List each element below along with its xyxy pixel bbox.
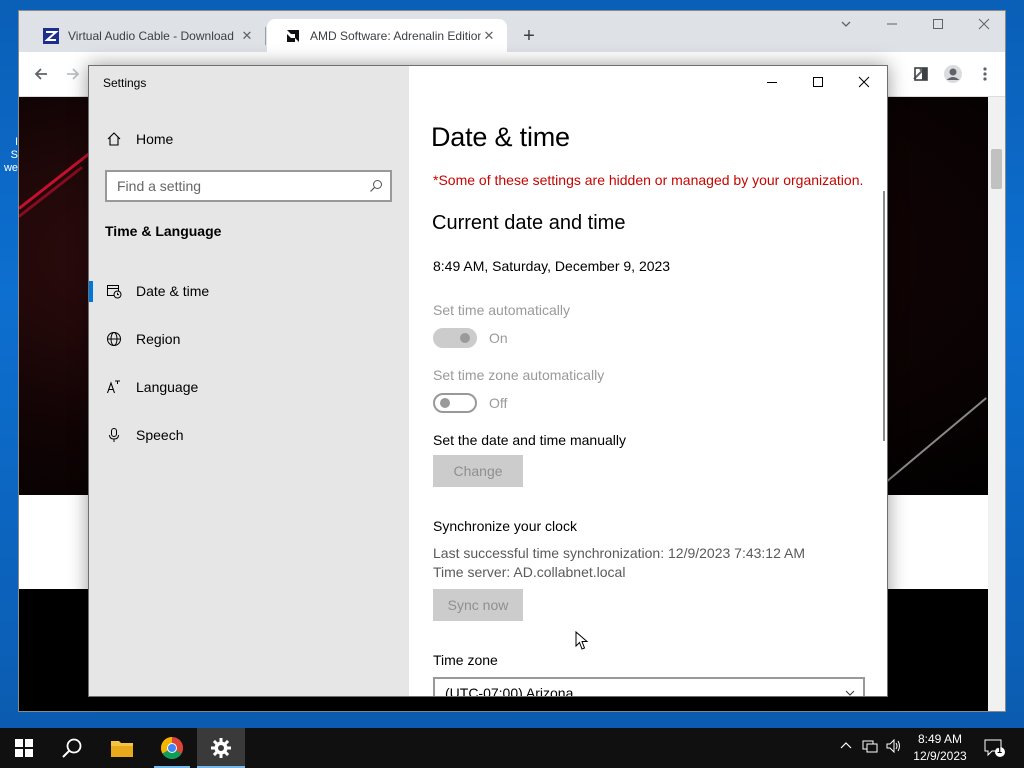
- nav-item-label: Language: [136, 379, 199, 395]
- window-title: Settings: [103, 76, 147, 90]
- clock-date: 12/9/2023: [913, 749, 967, 763]
- sync-clock-heading: Synchronize your clock: [433, 518, 577, 534]
- set-time-auto-label: Set time automatically: [433, 302, 570, 318]
- search-placeholder: Find a setting: [117, 178, 202, 194]
- browser-tab-amd-software[interactable]: AMD Software: Adrenalin Edition ✕: [267, 19, 507, 52]
- microphone-icon: [105, 426, 123, 444]
- close-button[interactable]: [841, 70, 887, 94]
- time-zone-value: (UTC-07:00) Arizona: [445, 685, 574, 697]
- find-setting-search-box[interactable]: Find a setting: [105, 170, 392, 202]
- toggle-state: On: [489, 330, 508, 346]
- last-sync-text: Last successful time synchronization: 12…: [433, 545, 805, 561]
- new-tab-button[interactable]: +: [517, 25, 541, 47]
- settings-window: Settings Home Find a setting Time & Lang…: [88, 65, 888, 697]
- nav-item-date-time[interactable]: Date & time: [89, 271, 409, 311]
- settings-nav-pane: Settings Home Find a setting Time & Lang…: [89, 66, 409, 696]
- tab-title: AMD Software: Adrenalin Edition: [310, 28, 481, 43]
- amd-favicon-icon: [285, 28, 301, 44]
- set-time-auto-toggle-row: On: [433, 328, 508, 348]
- chrome-icon: [161, 737, 183, 759]
- notification-count-badge: 1: [997, 745, 1003, 755]
- page-title: Date & time: [431, 122, 570, 152]
- browser-maximize-button[interactable]: [923, 17, 953, 33]
- home-icon: [105, 130, 123, 148]
- tab-close-icon[interactable]: ✕: [239, 28, 255, 44]
- toggle-state: Off: [489, 395, 508, 411]
- back-arrow-icon[interactable]: [29, 62, 53, 86]
- file-explorer-taskbar-button[interactable]: [98, 728, 146, 768]
- gear-icon: [211, 738, 231, 758]
- desktop-icon-label-fragment: I S we: [3, 136, 18, 174]
- nav-item-label: Date & time: [136, 283, 210, 299]
- more-menu-icon[interactable]: [973, 62, 997, 86]
- nav-section-heading: Time & Language: [105, 223, 222, 239]
- maximize-button[interactable]: [795, 70, 841, 94]
- change-button[interactable]: Change: [433, 455, 523, 487]
- settings-content-pane: Date & time *Some of these settings are …: [409, 66, 887, 697]
- set-timezone-auto-toggle-row: Off: [433, 393, 507, 413]
- managed-by-org-notice: *Some of these settings are hidden or ma…: [433, 172, 864, 188]
- nav-home-label: Home: [136, 131, 174, 147]
- content-scrollbar[interactable]: [883, 191, 885, 441]
- time-server-text: Time server: AD.collabnet.local: [433, 564, 626, 580]
- tab-search-chevron-icon[interactable]: [831, 17, 861, 33]
- nav-item-region[interactable]: Region: [89, 319, 409, 359]
- vac-favicon-icon: [43, 27, 59, 44]
- browser-minimize-button[interactable]: [877, 17, 907, 33]
- time-zone-label: Time zone: [433, 652, 498, 668]
- taskbar-clock[interactable]: 8:49 AM 12/9/2023: [904, 731, 976, 765]
- browser-tab-virtual-audio-cable[interactable]: Virtual Audio Cable - Download ✕: [25, 19, 265, 52]
- folder-icon: [111, 741, 133, 757]
- scrollbar-thumb[interactable]: [991, 149, 1002, 189]
- set-time-auto-toggle[interactable]: [433, 328, 477, 348]
- tab-title: Virtual Audio Cable - Download: [68, 28, 234, 43]
- chevron-down-icon: [845, 685, 855, 696]
- browser-close-button[interactable]: [969, 17, 999, 33]
- chrome-taskbar-button[interactable]: [148, 728, 196, 768]
- settings-taskbar-button[interactable]: [197, 728, 245, 768]
- forward-arrow-icon[interactable]: [61, 62, 85, 86]
- side-panel-icon[interactable]: [909, 62, 933, 86]
- calendar-clock-icon: [105, 282, 123, 300]
- set-timezone-auto-label: Set time zone automatically: [433, 367, 605, 383]
- current-date-time-heading: Current date and time: [432, 212, 626, 234]
- profile-avatar-icon[interactable]: [941, 62, 965, 86]
- nav-item-speech[interactable]: Speech: [89, 415, 409, 455]
- taskbar: 8:49 AM 12/9/2023 1: [0, 728, 1024, 768]
- windows-logo-icon: [15, 739, 33, 757]
- nav-home[interactable]: Home: [89, 119, 409, 159]
- nav-item-label: Speech: [136, 427, 184, 443]
- search-icon: [362, 179, 390, 193]
- tab-separator: [265, 27, 266, 45]
- language-icon: [105, 378, 123, 396]
- time-zone-dropdown[interactable]: (UTC-07:00) Arizona: [433, 677, 865, 697]
- network-icon[interactable]: [862, 739, 878, 756]
- start-button[interactable]: [0, 728, 48, 768]
- globe-icon: [105, 330, 123, 348]
- clock-time: 8:49 AM: [917, 732, 963, 746]
- tab-strip: Virtual Audio Cable - Download ✕ AMD Sof…: [19, 11, 1005, 52]
- current-date-time-value: 8:49 AM, Saturday, December 9, 2023: [433, 258, 671, 274]
- notifications-icon[interactable]: 1: [984, 738, 1006, 761]
- nav-item-language[interactable]: Language: [89, 367, 409, 407]
- minimize-button[interactable]: [749, 70, 795, 94]
- volume-icon[interactable]: [886, 738, 902, 756]
- search-icon: [62, 738, 82, 758]
- browser-vertical-scrollbar[interactable]: [988, 97, 1005, 711]
- set-timezone-auto-toggle[interactable]: [433, 393, 477, 413]
- sync-now-button[interactable]: Sync now: [433, 589, 523, 621]
- set-manually-label: Set the date and time manually: [433, 432, 627, 448]
- search-taskbar-button[interactable]: [48, 728, 96, 768]
- show-hidden-icons-chevron-icon[interactable]: [840, 740, 852, 755]
- nav-item-label: Region: [136, 331, 181, 347]
- tab-close-icon[interactable]: ✕: [481, 28, 497, 44]
- mouse-cursor-icon: [575, 630, 589, 651]
